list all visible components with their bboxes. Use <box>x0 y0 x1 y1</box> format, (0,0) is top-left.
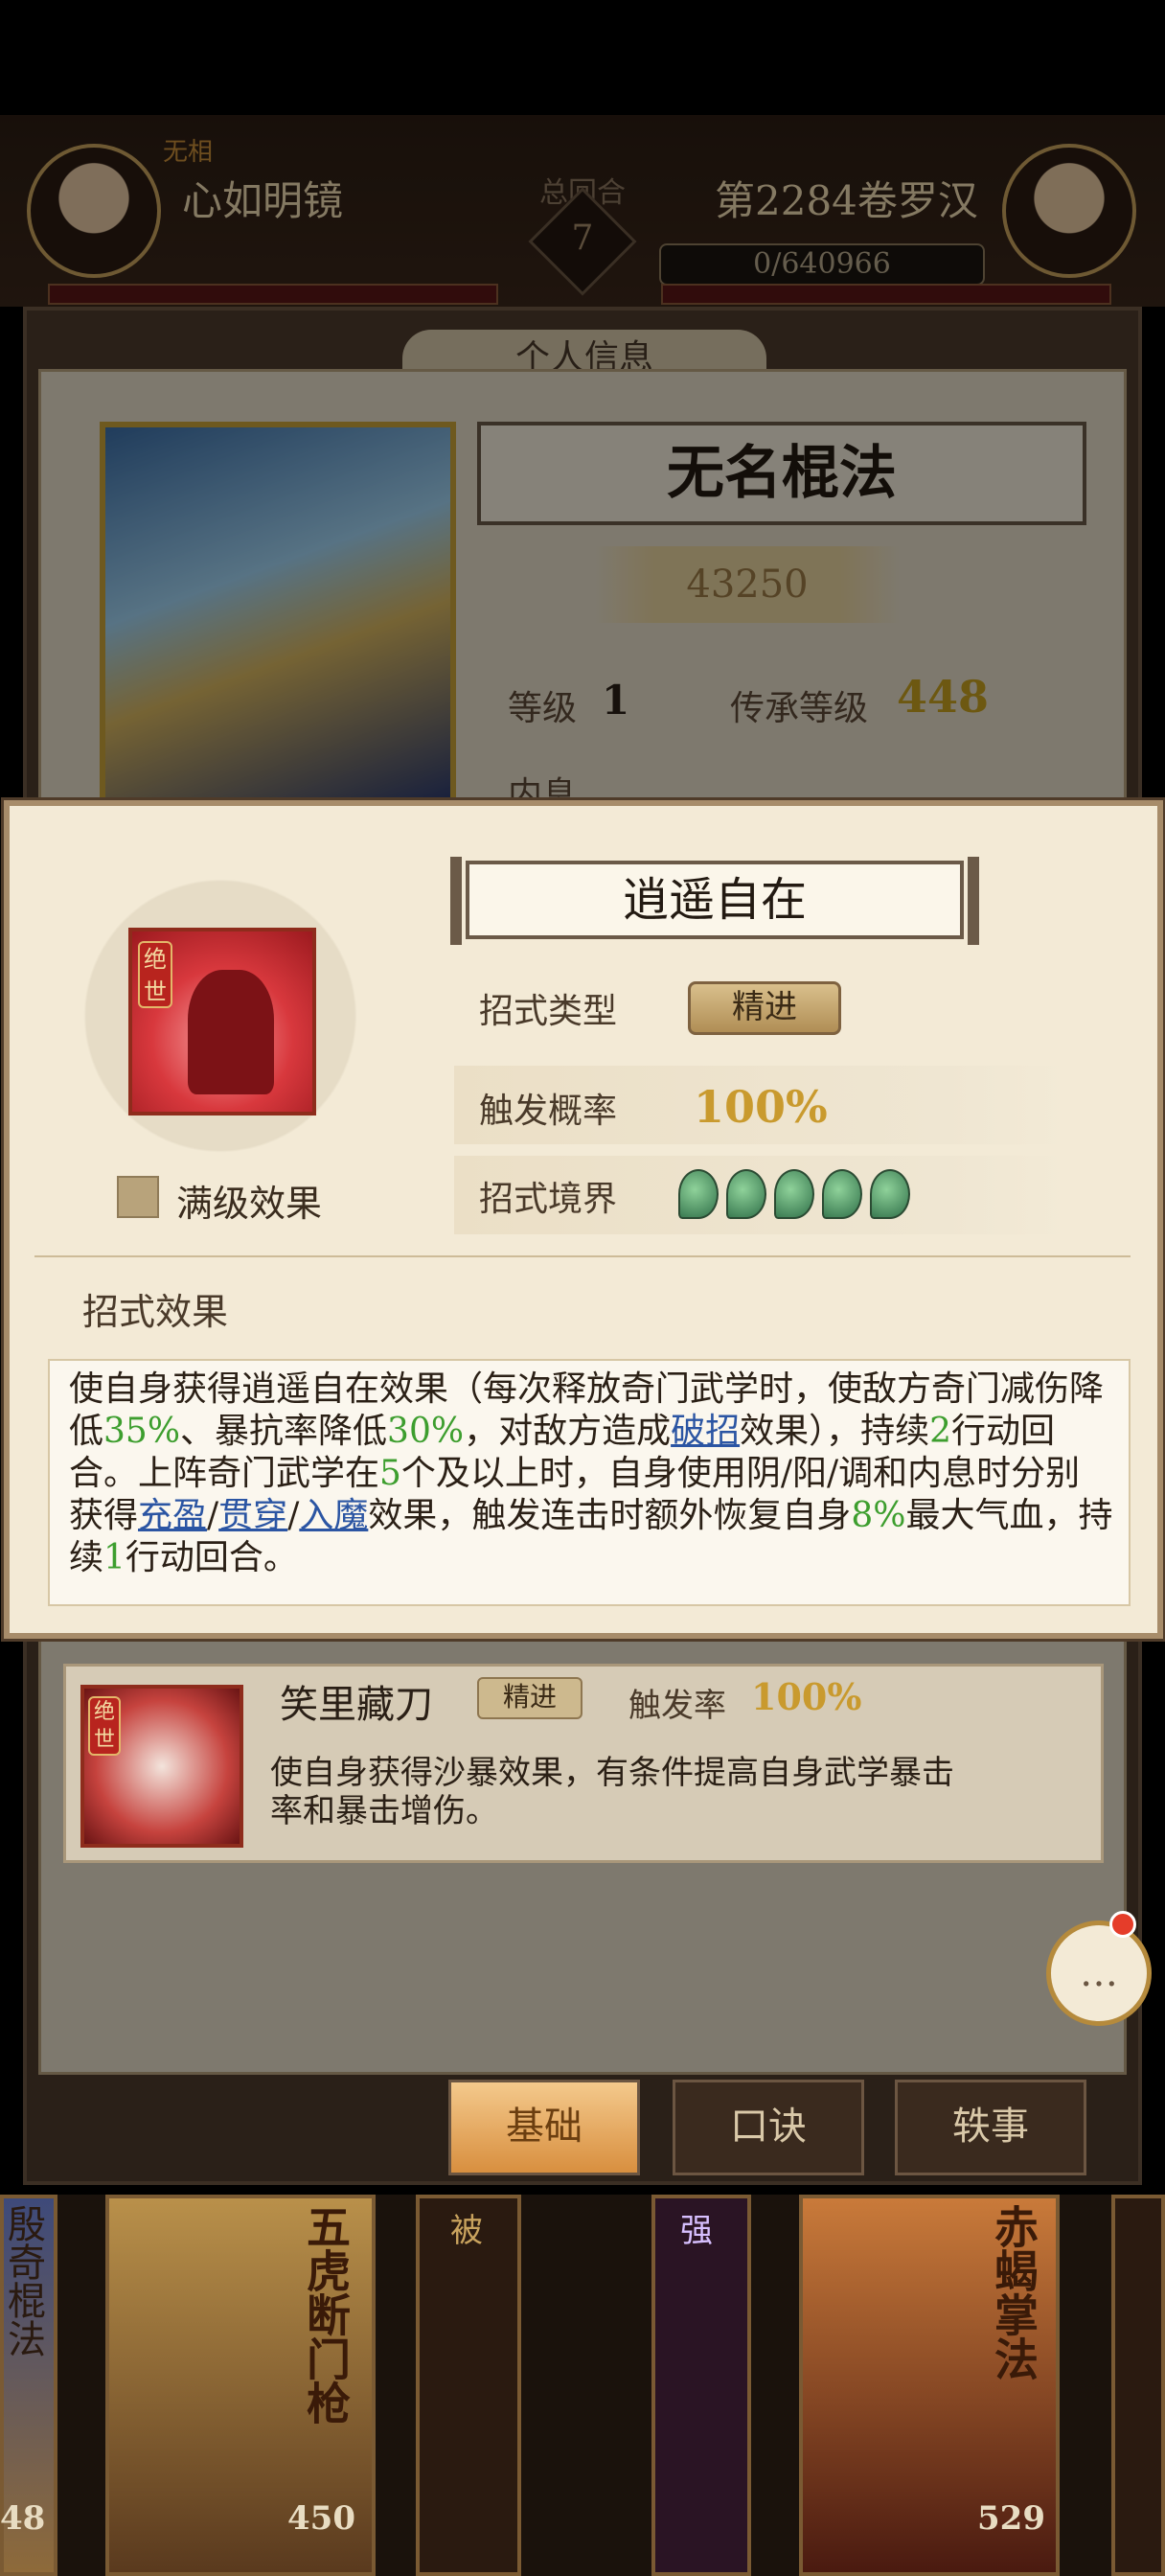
link-chongying[interactable]: 充盈 <box>138 1496 207 1535</box>
effect-label: 招式效果 <box>82 1291 229 1333</box>
inherit-value: 448 <box>897 671 990 723</box>
opponent-avatar[interactable] <box>1002 144 1136 278</box>
chat-bubble-icon[interactable]: … <box>1046 1920 1152 2026</box>
inherit-label: 传承等级 <box>730 689 869 728</box>
second-skill-desc: 使自身获得沙暴效果，有条件提高自身武学暴击率和暴击增伤。 <box>270 1754 954 1830</box>
player-name: 心如明镜 <box>182 177 344 224</box>
bottom-card-5-title: 赤蝎掌法 <box>988 2204 1039 2380</box>
second-skill-badge: 绝世 <box>88 1696 121 1756</box>
bottom-card-left-title: 殷奇棍法 <box>1 2204 45 2358</box>
realm-drop-icon <box>822 1169 862 1219</box>
bottom-card-3-tag: 被 <box>450 2212 483 2250</box>
opponent-hp-bar <box>661 284 1111 305</box>
second-skill-rate: 100% <box>751 1675 862 1718</box>
tab-basic[interactable]: 基础 <box>448 2080 640 2175</box>
realm-label: 招式境界 <box>479 1180 618 1219</box>
opponent-progress: 0/640966 <box>659 243 985 286</box>
notification-dot <box>1109 1911 1136 1938</box>
effect-description: 使自身获得逍遥自在效果（每次释放奇门武学时，使敌方奇门减伤降低35%、暴抗率降低… <box>69 1369 1113 1577</box>
max-level-label[interactable]: 满级效果 <box>176 1174 322 1227</box>
realm-drop-icon <box>870 1169 910 1219</box>
realm-drop-icon <box>726 1169 766 1219</box>
skill-card-art <box>100 422 456 805</box>
round-value: 7 <box>571 218 594 258</box>
opponent-name: 第2284卷罗汉 <box>715 177 978 224</box>
level-value: 1 <box>602 677 630 724</box>
player-tag: 无相 <box>163 138 214 167</box>
skill-icon: 绝世 <box>128 928 316 1116</box>
rate-label: 触发概率 <box>479 1092 618 1131</box>
bottom-card-2-title: 五虎断门枪 <box>300 2204 352 2425</box>
link-pozhao[interactable]: 破招 <box>671 1412 740 1451</box>
type-value-badge: 精进 <box>688 981 841 1035</box>
bottom-card-3[interactable] <box>416 2195 521 2576</box>
second-skill-tag: 精进 <box>477 1677 582 1719</box>
bottom-card-2-num: 450 <box>287 2499 355 2538</box>
skill-badge: 绝世 <box>138 941 172 1008</box>
type-label: 招式类型 <box>479 992 618 1031</box>
realm-drop-icon <box>774 1169 814 1219</box>
second-skill-rate-label: 触发率 <box>628 1687 726 1725</box>
tab-koujue[interactable]: 口诀 <box>673 2080 864 2175</box>
player-avatar[interactable] <box>27 144 161 278</box>
bottom-card-left-num: 48 <box>0 2499 46 2538</box>
popup-title: 逍遥自在 <box>450 857 979 945</box>
max-level-checkbox[interactable] <box>117 1176 159 1218</box>
realm-drop-icon <box>678 1169 719 1219</box>
link-rumo[interactable]: 入魔 <box>299 1496 368 1535</box>
popup-divider <box>34 1255 1131 1257</box>
bottom-card-4[interactable] <box>651 2195 751 2576</box>
bottom-card-5-num: 529 <box>977 2499 1045 2538</box>
skill-figure-icon <box>188 970 274 1094</box>
tab-yishi[interactable]: 轶事 <box>895 2080 1086 2175</box>
skill-power: 43250 <box>594 546 901 623</box>
level-label: 等级 <box>508 689 578 728</box>
realm-icons <box>678 1169 910 1219</box>
link-guanchuan[interactable]: 贯穿 <box>218 1496 287 1535</box>
skill-name: 无名棍法 <box>477 422 1086 525</box>
rate-value: 100% <box>694 1081 828 1133</box>
player-hp-bar <box>48 284 498 305</box>
bottom-card-4-tag: 强 <box>680 2212 713 2250</box>
bottom-card-right[interactable] <box>1111 2195 1165 2576</box>
second-skill-name: 笑里藏刀 <box>280 1683 433 1727</box>
